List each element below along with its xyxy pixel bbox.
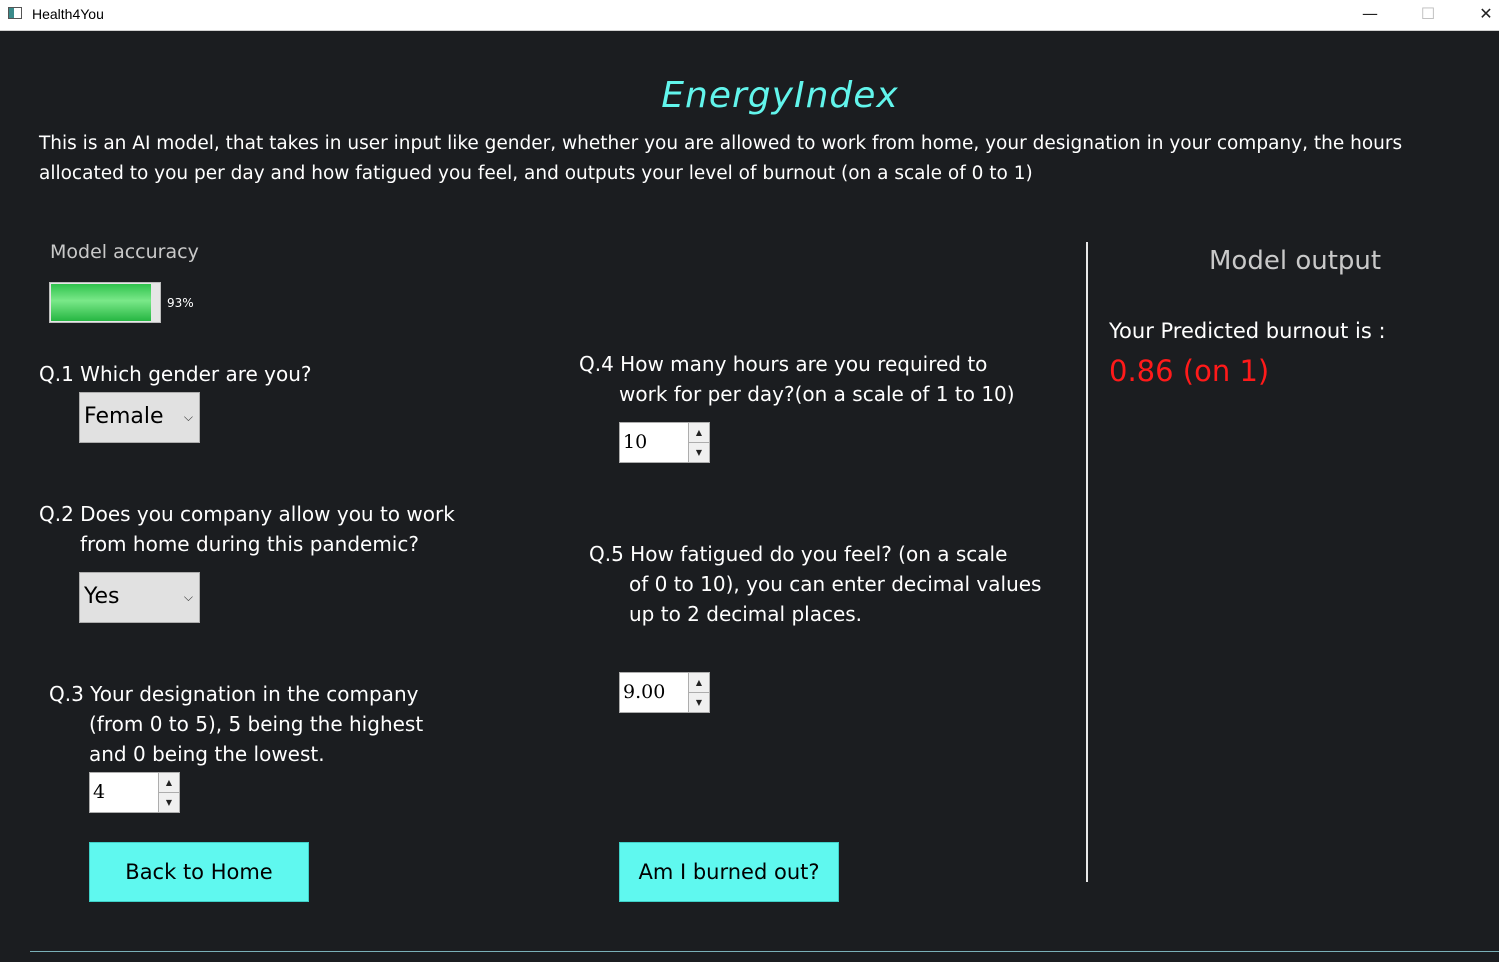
q3-line3: and 0 being the lowest. — [89, 742, 325, 766]
chevron-down-icon: ⌵ — [183, 590, 193, 604]
fatigue-spinbox[interactable]: 9.00 ▲ ▼ — [619, 672, 710, 713]
wfh-select[interactable]: Yes ⌵ — [79, 572, 200, 623]
spin-down-icon[interactable]: ▼ — [689, 693, 709, 712]
spin-up-icon[interactable]: ▲ — [689, 423, 709, 443]
page-title: EnergyIndex — [661, 75, 899, 116]
panel-divider — [1086, 242, 1088, 882]
designation-spin-buttons: ▲ ▼ — [158, 773, 179, 812]
q5-line3: up to 2 decimal places. — [629, 602, 863, 626]
burnout-check-button[interactable]: Am I burned out? — [619, 842, 839, 902]
main-content: EnergyIndex This is an AI model, that ta… — [0, 31, 1499, 962]
maximize-button[interactable]: ☐ — [1405, 0, 1451, 30]
fatigue-spin-buttons: ▲ ▼ — [688, 673, 709, 712]
hours-spinbox[interactable]: 10 ▲ ▼ — [619, 422, 710, 463]
app-icon — [8, 7, 22, 19]
window-title: Health4You — [32, 6, 104, 22]
q4-line2: work for per day?(on a scale of 1 to 10) — [619, 382, 1015, 406]
q2-label: Q.2 Does you company allow you to work f… — [39, 499, 455, 559]
close-button[interactable]: ✕ — [1463, 0, 1499, 30]
accuracy-progress-fill — [51, 284, 151, 321]
hours-spin-buttons: ▲ ▼ — [688, 423, 709, 462]
q3-label: Q.3 Your designation in the company (fro… — [49, 679, 423, 769]
hours-value[interactable]: 10 — [623, 431, 647, 453]
spin-down-icon[interactable]: ▼ — [159, 793, 179, 812]
spin-up-icon[interactable]: ▲ — [159, 773, 179, 793]
gender-select-value: Female — [84, 404, 164, 429]
title-bar: Health4You — ☐ ✕ — [0, 0, 1499, 31]
spin-down-icon[interactable]: ▼ — [689, 443, 709, 462]
chevron-down-icon: ⌵ — [183, 410, 193, 424]
minimize-button[interactable]: — — [1347, 0, 1393, 30]
output-label: Your Predicted burnout is : — [1109, 319, 1386, 343]
gender-select[interactable]: Female ⌵ — [79, 392, 200, 443]
q4-line1: Q.4 How many hours are you required to — [579, 352, 988, 376]
accuracy-progress-bar — [49, 282, 161, 323]
fatigue-value[interactable]: 9.00 — [623, 681, 665, 703]
accuracy-label: Model accuracy — [50, 241, 199, 263]
q5-line2: of 0 to 10), you can enter decimal value… — [629, 572, 1042, 596]
q2-line2: from home during this pandemic? — [80, 532, 419, 556]
spin-up-icon[interactable]: ▲ — [689, 673, 709, 693]
back-to-home-button[interactable]: Back to Home — [89, 842, 309, 902]
page-description: This is an AI model, that takes in user … — [39, 133, 1403, 184]
bottom-border — [30, 951, 1499, 952]
q5-label: Q.5 How fatigued do you feel? (on a scal… — [589, 539, 1041, 629]
output-title: Model output — [1209, 246, 1382, 276]
accuracy-percent: 93% — [167, 296, 194, 310]
q1-label: Q.1 Which gender are you? — [39, 362, 312, 386]
designation-spinbox[interactable]: 4 ▲ ▼ — [89, 772, 180, 813]
q3-line1: Q.3 Your designation in the company — [49, 682, 419, 706]
q3-line2: (from 0 to 5), 5 being the highest — [89, 712, 424, 736]
q2-line1: Q.2 Does you company allow you to work — [39, 502, 455, 526]
wfh-select-value: Yes — [84, 584, 120, 609]
q5-line1: Q.5 How fatigued do you feel? (on a scal… — [589, 542, 1008, 566]
output-value: 0.86 (on 1) — [1109, 354, 1270, 388]
designation-value[interactable]: 4 — [93, 781, 105, 803]
q4-label: Q.4 How many hours are you required to w… — [579, 349, 1015, 409]
